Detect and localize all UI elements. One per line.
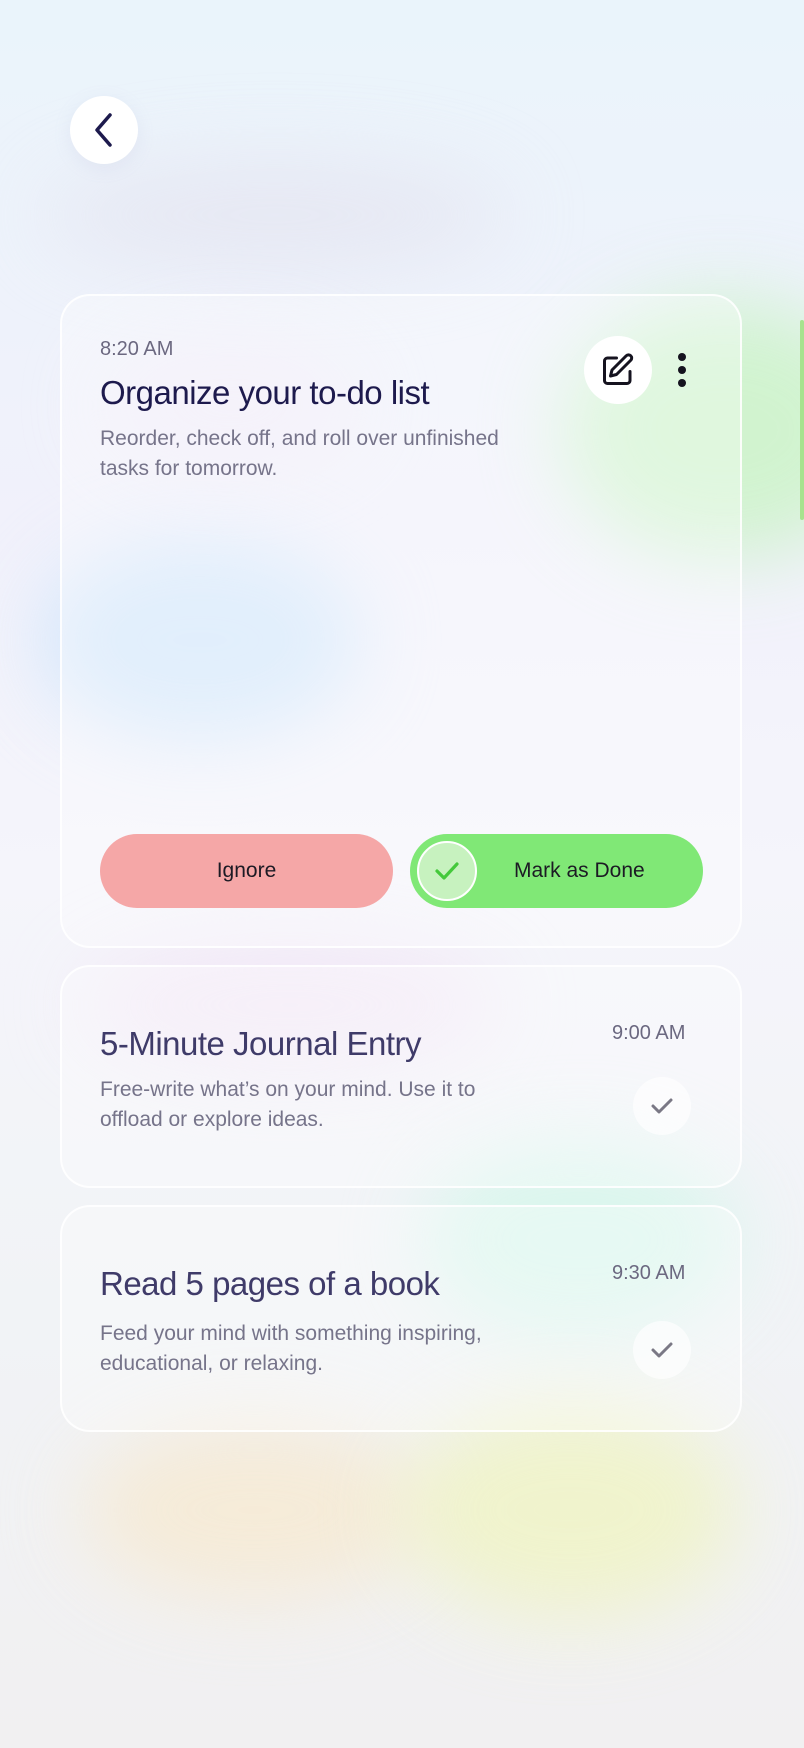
- more-vertical-icon: [678, 353, 686, 361]
- task-time: 9:00 AM: [612, 1022, 686, 1044]
- ignore-button[interactable]: Ignore: [100, 834, 393, 908]
- check-icon: [651, 1342, 673, 1358]
- task-time: 8:20 AM: [100, 338, 174, 360]
- mark-as-done-label: Mark as Done: [514, 859, 645, 882]
- task-title: Organize your to-do list: [100, 374, 430, 411]
- mark-as-done-button[interactable]: Mark as Done: [410, 834, 703, 908]
- task-title: 5-Minute Journal Entry: [100, 1025, 421, 1062]
- edit-icon: [603, 353, 634, 385]
- task-description: Feed your mind with something inspiring,…: [100, 1322, 482, 1375]
- task-description: Reorder, check off, and roll over unfini…: [100, 427, 499, 480]
- check-icon: [435, 862, 459, 880]
- done-toggle-knob[interactable]: [417, 841, 477, 901]
- task-description: Free-write what’s on your mind. Use it t…: [100, 1078, 476, 1131]
- chevron-left-icon: [95, 113, 112, 147]
- task-time: 9:30 AM: [612, 1262, 686, 1284]
- complete-task-button[interactable]: [633, 1077, 691, 1135]
- edit-button[interactable]: [584, 336, 652, 404]
- complete-task-button[interactable]: [633, 1321, 691, 1379]
- task-card[interactable]: 5-Minute Journal Entry Free-write what’s…: [60, 965, 742, 1188]
- more-options-button[interactable]: [670, 346, 694, 394]
- active-task-card: 8:20 AM Organize your to-do list Reorder…: [60, 294, 742, 948]
- task-card[interactable]: Read 5 pages of a book Feed your mind wi…: [60, 1205, 742, 1432]
- check-icon: [651, 1098, 673, 1114]
- back-button[interactable]: [70, 96, 138, 164]
- task-title: Read 5 pages of a book: [100, 1265, 440, 1302]
